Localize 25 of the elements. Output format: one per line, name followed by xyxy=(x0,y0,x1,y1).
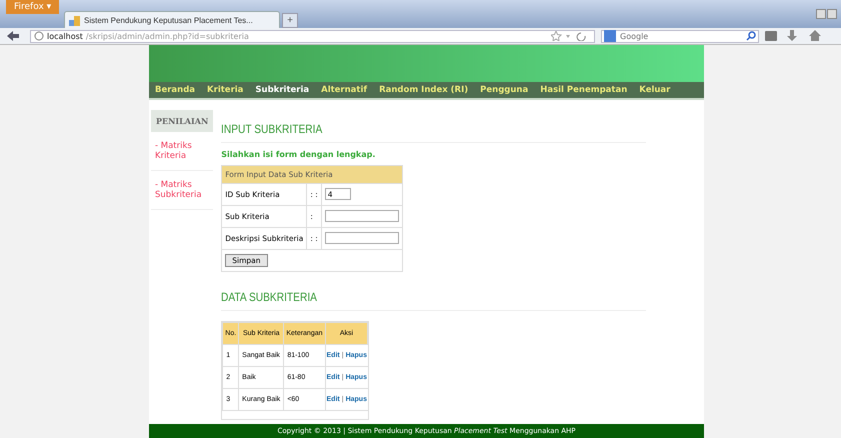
caret-icon: ▾ xyxy=(46,2,52,12)
globe-icon xyxy=(34,31,44,41)
address-bar[interactable]: localhost /skripsi/admin/admin.php?id=subkriteria xyxy=(30,30,595,42)
nav-link[interactable]: Random Index (RI) xyxy=(379,84,468,95)
nav-link[interactable]: Keluar xyxy=(639,84,670,95)
nav-link[interactable]: Pengguna xyxy=(480,84,528,95)
nav-link[interactable]: Kriteria xyxy=(207,84,244,95)
nav-link[interactable]: Subkriteria xyxy=(255,84,310,95)
sidebar-title: PENILAIAN xyxy=(151,110,214,132)
search-icon[interactable] xyxy=(746,31,756,41)
sidebar-link[interactable]: - Matriks Subkriteria xyxy=(151,170,214,210)
nav-link[interactable]: Hasil Penempatan xyxy=(540,84,628,95)
input-field[interactable] xyxy=(324,210,399,222)
form-note: Silahkan isi form dengan lengkap. xyxy=(221,150,376,159)
nav-link[interactable]: Beranda xyxy=(155,84,196,95)
new-tab-button[interactable]: + xyxy=(282,13,298,28)
page-icon xyxy=(69,14,81,26)
search-field[interactable]: Google xyxy=(601,30,759,42)
nav-link[interactable]: Alternatif xyxy=(321,84,368,95)
section-heading: INPUT SUBKRITERIA xyxy=(221,122,646,143)
input-field[interactable] xyxy=(324,232,399,244)
window-controls-icon[interactable] xyxy=(816,9,837,19)
browser-tab[interactable]: Sistem Pendukung Keputusan Placement Tes... xyxy=(64,11,280,28)
section-heading: DATA SUBKRITERIA xyxy=(221,290,646,311)
sidebar-link[interactable]: - Matriks Kriteria xyxy=(151,132,214,171)
